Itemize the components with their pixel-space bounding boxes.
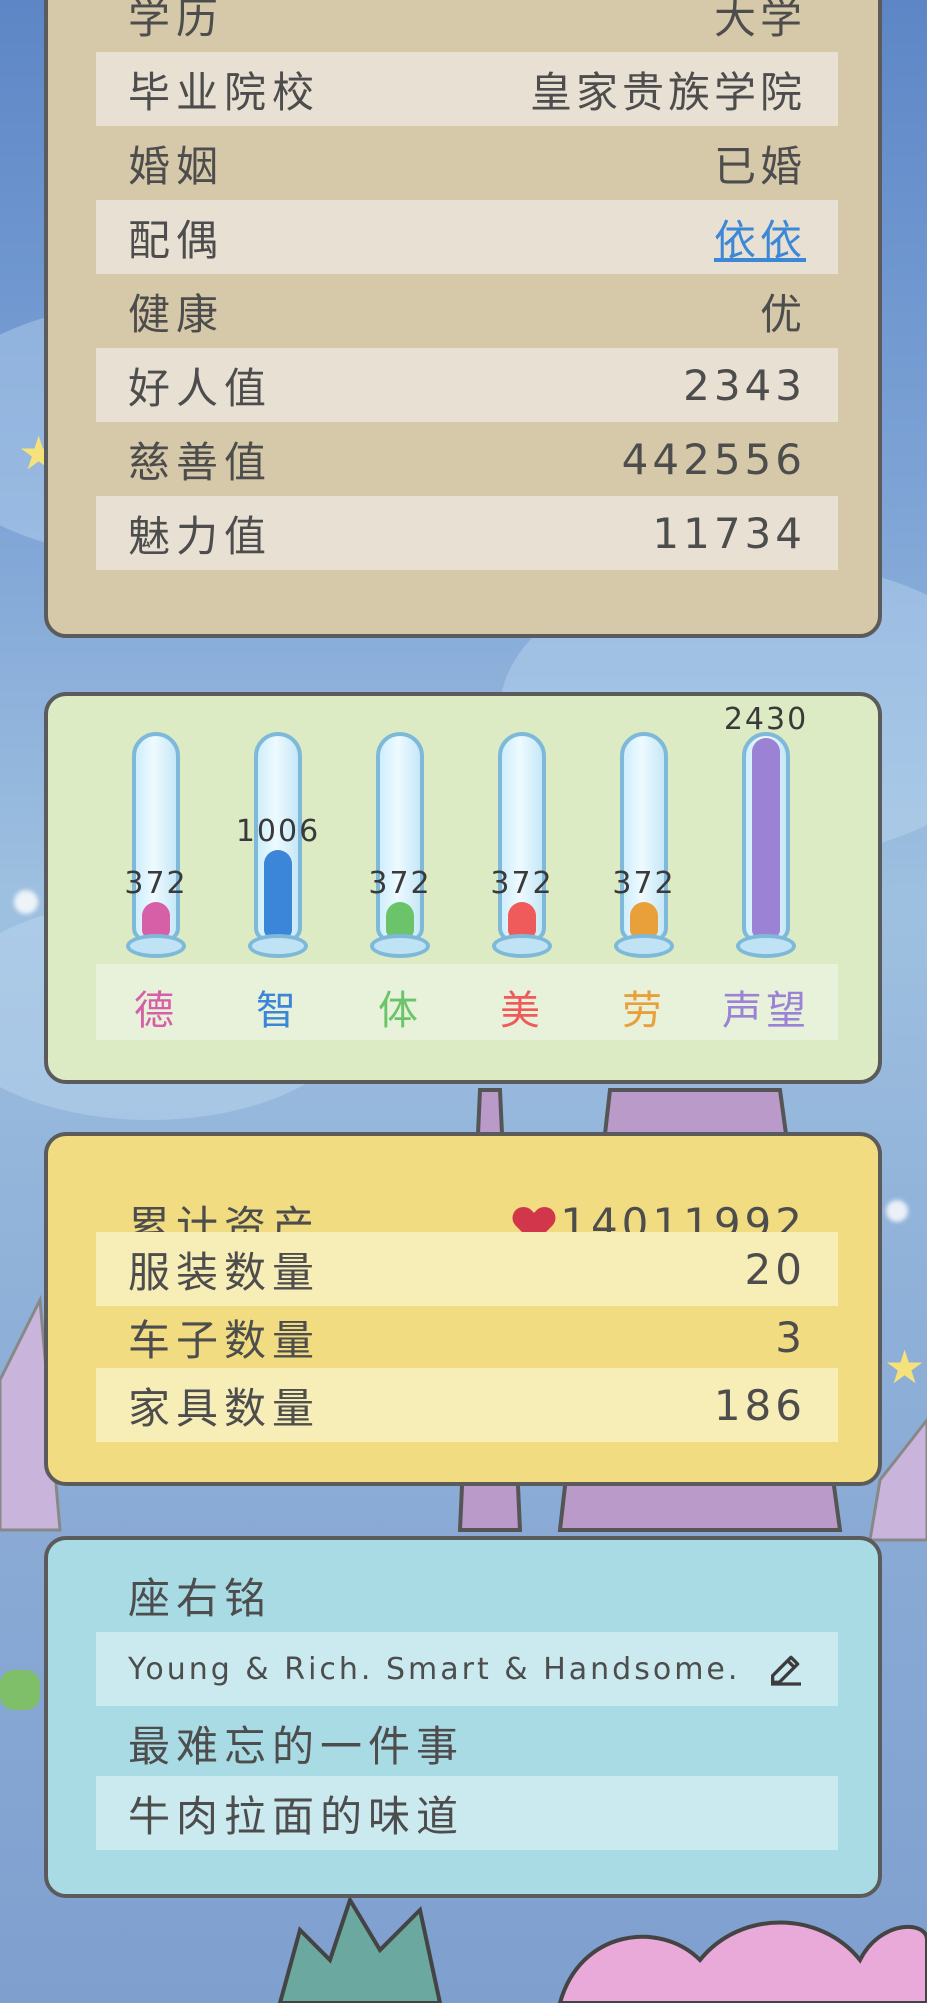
info-label: 好人值: [128, 363, 273, 413]
info-row-marriage: 婚姻 已婚: [96, 126, 838, 200]
stat-label: 美: [500, 988, 544, 1034]
info-label: 学历: [128, 0, 225, 43]
info-label: 婚姻: [128, 141, 225, 191]
tube-base: [248, 934, 308, 958]
info-row-education: 学历 大学: [96, 0, 838, 52]
tube-fill: [630, 902, 658, 938]
tube-fill: [386, 902, 414, 938]
info-label: 健康: [128, 289, 225, 339]
info-value: 11734: [652, 508, 806, 558]
stat-value: 1006: [235, 814, 321, 849]
info-value: 442556: [621, 434, 806, 484]
info-label: 毕业院校: [128, 67, 321, 117]
info-value: 优: [759, 289, 806, 339]
info-label: 魅力值: [128, 511, 273, 561]
asset-label: 家具数量: [128, 1383, 321, 1433]
stat-label: 劳: [622, 988, 666, 1034]
tube-base: [736, 934, 796, 958]
info-row-charm: 魅力值 11734: [96, 496, 838, 570]
stat-tube: 372: [612, 732, 674, 958]
tube-fill: [752, 738, 780, 938]
info-row-health: 健康 优: [96, 274, 838, 348]
tube-base: [492, 934, 552, 958]
motto-title: 座右铭: [128, 1573, 273, 1623]
memory-text-row: 牛肉拉面的味道: [96, 1776, 838, 1850]
info-value: 大学: [713, 0, 806, 43]
stat-value: 372: [612, 866, 676, 901]
stat-label: 智: [256, 988, 300, 1034]
tube-glass: [498, 732, 546, 942]
motto-panel: 座右铭 Young & Rich. Smart & Handsome. 最难忘的…: [44, 1536, 882, 1898]
stat-value: 372: [490, 866, 554, 901]
asset-label: 车子数量: [128, 1315, 321, 1365]
asset-value: 20: [744, 1244, 806, 1294]
stat-label: 体: [378, 988, 422, 1034]
tube-base: [614, 934, 674, 958]
tube-base: [126, 934, 186, 958]
stat-label: 德: [134, 988, 178, 1034]
tube-glass: [376, 732, 424, 942]
tube-glass: [742, 732, 790, 942]
stat-tube: 372: [490, 732, 552, 958]
spouse-link[interactable]: 依依: [714, 207, 806, 268]
asset-value: 3: [775, 1312, 806, 1362]
tube-base: [370, 934, 430, 958]
stat-tube: 372: [124, 732, 186, 958]
info-value: 2343: [683, 360, 806, 410]
tube-fill: [508, 902, 536, 938]
stats-panel: 372 1006 372 372 372 2430 德 智 体 美 劳 声望: [44, 692, 882, 1084]
asset-row-furniture: 家具数量 186: [96, 1368, 838, 1442]
stat-tube: 372: [368, 732, 430, 958]
tube-glass: [620, 732, 668, 942]
profile-info-panel: 学历 大学 毕业院校 皇家贵族学院 婚姻 已婚 配偶 依依 健康 优 好人值 2…: [44, 0, 882, 638]
info-label: 配偶: [128, 215, 225, 265]
memory-text: 牛肉拉面的味道: [128, 1791, 465, 1841]
info-row-good-person: 好人值 2343: [96, 348, 838, 422]
info-row-charity: 慈善值 442556: [96, 422, 838, 496]
info-row-spouse: 配偶 依依: [96, 200, 838, 274]
info-value: 皇家贵族学院: [529, 67, 806, 117]
tube-glass: [132, 732, 180, 942]
motto-text: Young & Rich. Smart & Handsome.: [128, 1651, 741, 1687]
memory-title: 最难忘的一件事: [128, 1721, 465, 1771]
edit-icon[interactable]: [766, 1649, 806, 1689]
memory-title-row: 最难忘的一件事: [96, 1706, 838, 1780]
tube-fill: [142, 902, 170, 938]
stat-tube: 1006: [236, 732, 318, 958]
stat-tube: 2430: [724, 702, 806, 958]
motto-title-row: 座右铭: [96, 1558, 838, 1632]
stat-value: 2430: [723, 702, 809, 737]
assets-panel: 累计资产 14011992 服装数量 20 车子数量 3 家具数量 186: [44, 1132, 882, 1486]
stat-label: 声望: [722, 988, 810, 1034]
asset-label: 服装数量: [128, 1247, 321, 1297]
info-value: 已婚: [713, 141, 806, 191]
asset-row-cars: 车子数量 3: [96, 1300, 838, 1374]
motto-text-row: Young & Rich. Smart & Handsome.: [96, 1632, 838, 1706]
asset-row-clothes: 服装数量 20: [96, 1232, 838, 1306]
info-label: 慈善值: [128, 437, 273, 487]
info-row-school: 毕业院校 皇家贵族学院: [96, 52, 838, 126]
tube-fill: [264, 850, 292, 938]
stat-value: 372: [368, 866, 432, 901]
stat-value: 372: [124, 866, 188, 901]
asset-value: 186: [713, 1380, 806, 1430]
